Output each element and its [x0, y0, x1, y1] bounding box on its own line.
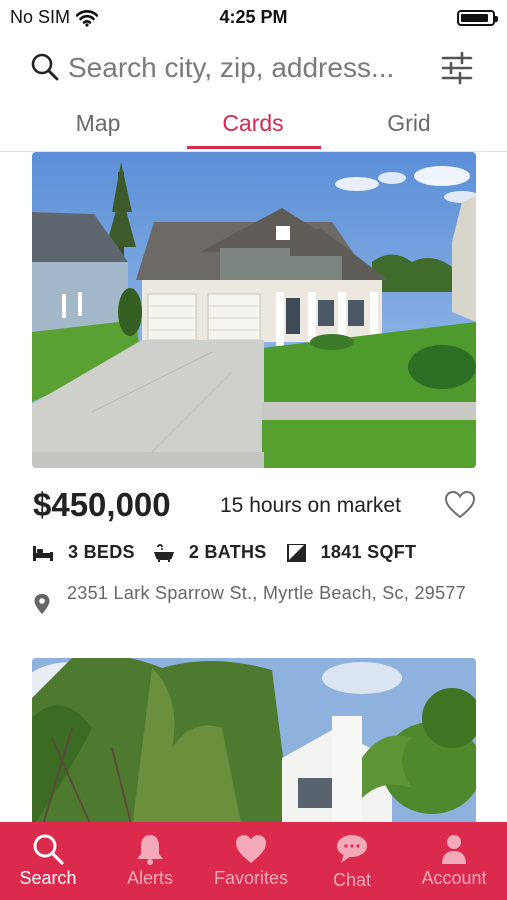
battery-level [461, 14, 488, 22]
listing-address: 2351 Lark Sparrow St., Myrtle Beach, Sc,… [67, 583, 466, 603]
active-tab-indicator [187, 146, 321, 149]
nav-alerts-label: Alerts [126, 868, 173, 888]
clock: 4:25 PM [219, 7, 288, 27]
square-footage: 1841 SQFT [320, 542, 417, 562]
nav-search[interactable]: Search [0, 822, 98, 900]
chat-bubble-icon [337, 835, 367, 863]
battery-icon [457, 10, 498, 26]
view-tabs: Map Cards Grid [0, 100, 507, 152]
square-footage-icon [286, 543, 306, 562]
time-on-market: 15 hours on market [220, 494, 401, 517]
nav-account-label: Account [421, 868, 487, 888]
status-bar: No SIM 4:25 PM [0, 0, 507, 36]
location-pin-icon [34, 594, 50, 614]
nav-chat[interactable]: Chat [302, 822, 402, 900]
search-input[interactable] [68, 48, 428, 88]
bell-icon [137, 835, 163, 865]
listing-price: $450,000 [33, 486, 171, 523]
bottom-tab-bar: Search Alerts Favorites Chat Account [0, 822, 507, 900]
tab-map[interactable]: Map [33, 110, 163, 137]
baths-count: 2 BATHS [188, 542, 267, 562]
tab-cards[interactable]: Cards [188, 110, 318, 137]
nav-account[interactable]: Account [404, 822, 504, 900]
house-photo-image [32, 658, 476, 822]
nav-favorites[interactable]: Favorites [201, 822, 301, 900]
beds-count: 3 BEDS [68, 542, 135, 562]
search-bar [0, 40, 507, 96]
nav-favorites-label: Favorites [213, 868, 289, 888]
search-icon [31, 53, 59, 81]
search-icon [33, 834, 64, 865]
listing-specs: 3 BEDS 2 BATHS 1841 SQFT [32, 542, 434, 563]
bed-icon [33, 545, 53, 561]
listing-photo[interactable] [32, 152, 476, 468]
nav-alerts[interactable]: Alerts [100, 822, 200, 900]
tab-grid[interactable]: Grid [344, 110, 474, 137]
filter-sliders-icon[interactable] [440, 50, 474, 86]
listing-list[interactable]: $450,000 15 hours on market 3 BEDS 2 BAT… [0, 152, 507, 822]
person-icon [442, 835, 466, 864]
nav-chat-label: Chat [332, 870, 372, 890]
bathtub-icon [153, 543, 174, 562]
nav-search-label: Search [19, 868, 77, 888]
heart-icon [236, 835, 266, 863]
listing-photo[interactable] [32, 658, 476, 822]
favorite-heart-icon[interactable] [444, 490, 476, 520]
house-photo-image [32, 152, 476, 468]
